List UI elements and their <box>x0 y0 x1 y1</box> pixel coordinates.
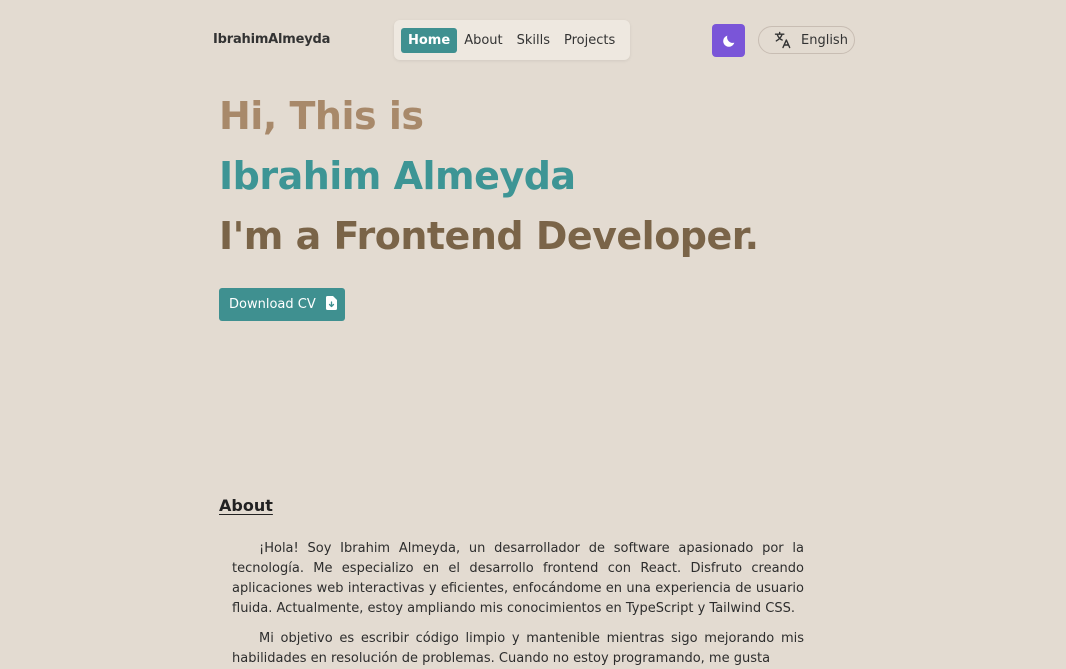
about-paragraph: ¡Hola! Soy Ibrahim Almeyda, un desarroll… <box>232 541 804 616</box>
download-cv-label: Download CV <box>229 297 316 312</box>
hero-role: I'm a Frontend Developer. <box>219 214 759 258</box>
hero-greeting: Hi, This is <box>219 94 424 138</box>
nav-item-about[interactable]: About <box>457 28 509 53</box>
file-download-icon <box>325 295 337 310</box>
nav-item-home[interactable]: Home <box>401 27 458 53</box>
about-heading: About <box>219 496 273 515</box>
main-nav: Home About Skills Projects <box>394 20 630 60</box>
download-cv-button[interactable]: Download CV <box>219 288 345 321</box>
theme-toggle-button[interactable] <box>712 24 745 57</box>
about-paragraph: Mi objetivo es escribir código limpio y … <box>232 631 804 666</box>
language-label: English <box>801 32 848 48</box>
nav-item-skills[interactable]: Skills <box>510 28 557 53</box>
translate-icon <box>773 30 793 50</box>
hero-name: Ibrahim Almeyda <box>219 154 576 198</box>
language-selector[interactable]: English <box>758 26 855 54</box>
moon-icon <box>722 35 734 47</box>
site-header: IbrahimAlmeyda Home About Skills Project… <box>0 0 1066 80</box>
nav-item-projects[interactable]: Projects <box>557 28 622 53</box>
site-logo[interactable]: IbrahimAlmeyda <box>213 32 330 47</box>
